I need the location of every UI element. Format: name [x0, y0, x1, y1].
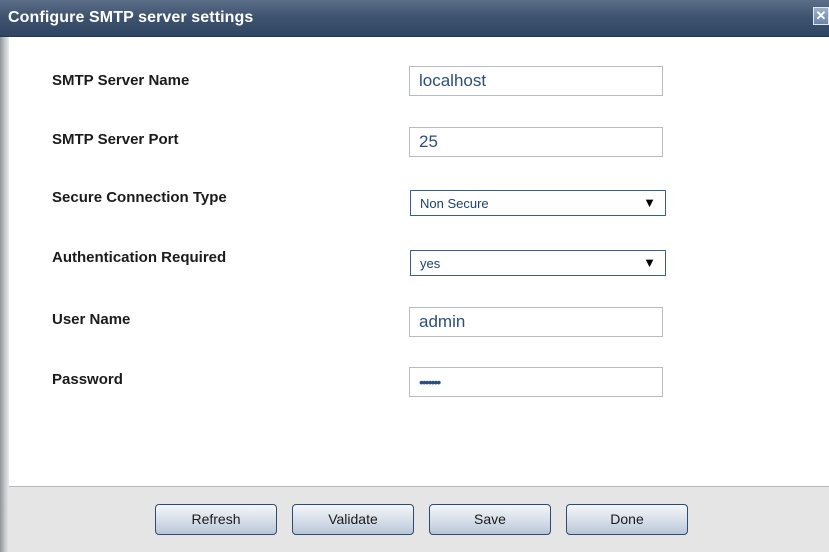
close-icon[interactable]: ✕ [813, 7, 829, 25]
secure-connection-type-select[interactable]: Non Secure ▼ [410, 190, 666, 216]
dialog-titlebar[interactable]: Configure SMTP server settings ✕ [0, 0, 829, 37]
secure-connection-type-value: Non Secure [420, 196, 489, 211]
smtp-server-port-input[interactable]: 25 [409, 127, 663, 157]
authentication-required-label: Authentication Required [52, 249, 227, 266]
chevron-down-icon[interactable]: ▼ [643, 195, 656, 210]
authentication-required-value: yes [420, 256, 441, 271]
smtp-server-name-input[interactable]: localhost [409, 66, 663, 96]
smtp-server-name-label: SMTP Server Name [52, 72, 190, 89]
dialog-title: Configure SMTP server settings [8, 9, 254, 26]
validate-button[interactable]: Validate [292, 504, 414, 535]
smtp-settings-dialog: Configure SMTP server settings ✕ SMTP Se… [0, 0, 829, 552]
secure-connection-type-label: Secure Connection Type [52, 189, 227, 206]
dialog-left-border [0, 37, 9, 552]
user-name-input[interactable]: admin [409, 307, 663, 337]
refresh-button[interactable]: Refresh [155, 504, 277, 535]
smtp-server-port-label: SMTP Server Port [52, 131, 179, 148]
password-input[interactable]: ••••••• [409, 367, 663, 397]
user-name-label: User Name [52, 311, 131, 328]
save-button[interactable]: Save [429, 504, 551, 535]
done-button[interactable]: Done [566, 504, 688, 535]
chevron-down-icon[interactable]: ▼ [643, 255, 656, 270]
password-label: Password [52, 371, 123, 388]
dialog-footer: Refresh Validate Save Done [9, 486, 829, 552]
authentication-required-select[interactable]: yes ▼ [410, 250, 666, 276]
